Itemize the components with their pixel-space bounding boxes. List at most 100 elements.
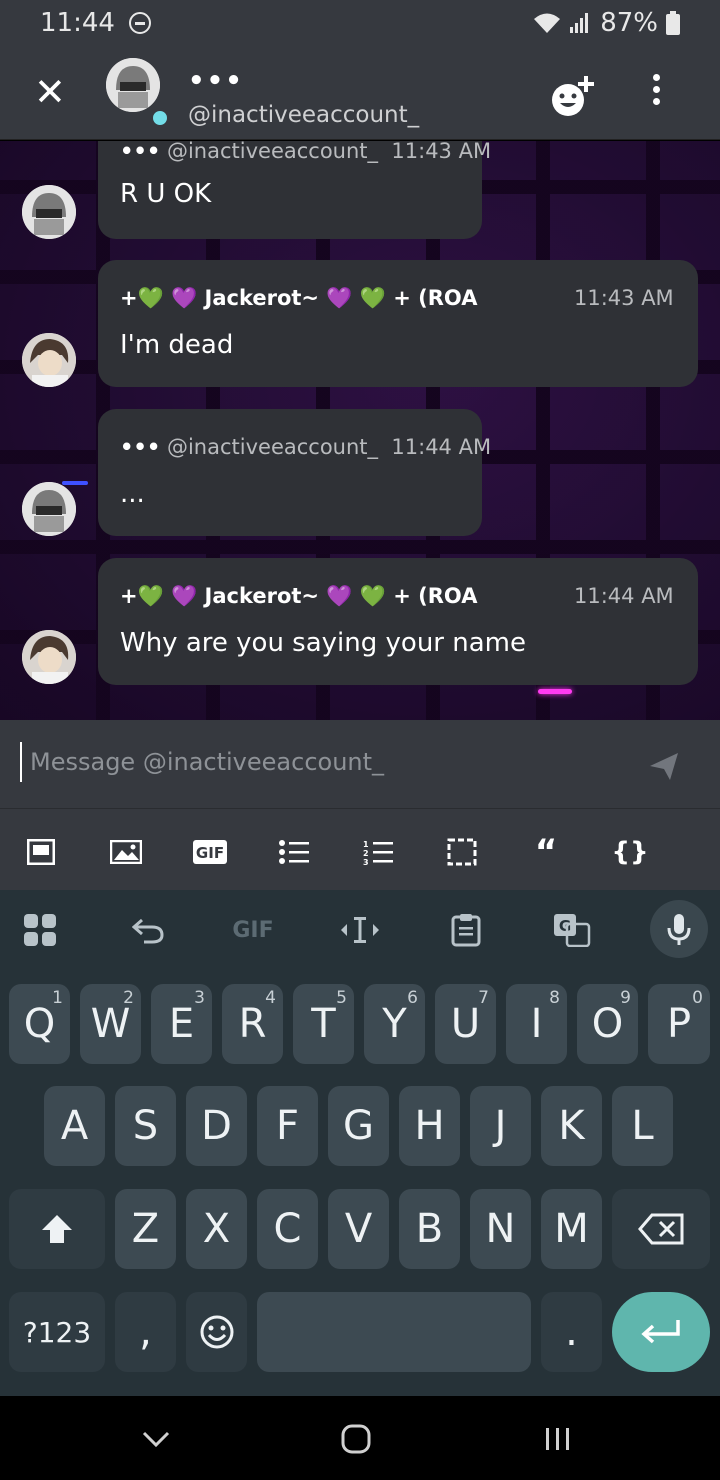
key-y[interactable]: Y6	[364, 984, 425, 1064]
status-time: 11:44	[40, 8, 115, 38]
backspace-key[interactable]	[612, 1189, 710, 1269]
apps-grid-icon[interactable]	[22, 910, 58, 950]
message-text: I'm dead	[120, 330, 234, 360]
message-meta: ••• @inactiveeaccount_ 11:43 AM	[120, 141, 491, 163]
period-key[interactable]: .	[541, 1292, 602, 1372]
symbols-key[interactable]: ?123	[9, 1292, 105, 1372]
gif-button[interactable]: GIF	[193, 837, 227, 867]
key-b[interactable]: B	[399, 1189, 460, 1269]
key-r[interactable]: R4	[222, 984, 283, 1064]
message-list[interactable]: ••• @inactiveeaccount_ 11:43 AM R U OK +…	[0, 141, 720, 720]
svg-text:G: G	[559, 917, 571, 935]
svg-text:3: 3	[363, 858, 369, 865]
composer: GIF 123 “ {}	[0, 720, 720, 890]
svg-text:2: 2	[363, 849, 369, 858]
key-e[interactable]: E3	[151, 984, 212, 1064]
key-label: P	[666, 1001, 692, 1047]
message-author: +💚 💜 Jackerot~ 💜 💚 + (ROA	[120, 286, 478, 310]
key-h[interactable]: H	[399, 1086, 460, 1166]
numbered-list-icon[interactable]: 123	[362, 837, 394, 867]
key-hint: 8	[549, 988, 560, 1008]
key-n[interactable]: N	[470, 1189, 531, 1269]
message-author: +💚 💜 Jackerot~ 💜 💚 + (ROA	[120, 584, 478, 608]
key-x[interactable]: X	[186, 1189, 247, 1269]
key-u[interactable]: U7	[435, 984, 496, 1064]
key-q[interactable]: Q1	[9, 984, 70, 1064]
header-username: •••	[188, 66, 244, 96]
key-l[interactable]: L	[612, 1086, 673, 1166]
shift-key[interactable]	[9, 1189, 105, 1269]
cursor-control-icon[interactable]	[338, 910, 382, 950]
key-m[interactable]: M	[541, 1189, 602, 1269]
anime-avatar-icon	[22, 333, 76, 387]
key-a[interactable]: A	[44, 1086, 105, 1166]
selection-icon[interactable]	[446, 837, 478, 867]
key-i[interactable]: I8	[506, 984, 567, 1064]
send-icon[interactable]	[648, 750, 680, 782]
message-handle: @inactiveeaccount_	[166, 435, 379, 459]
avatar[interactable]	[22, 630, 76, 684]
add-to-dm-icon[interactable]	[550, 72, 598, 118]
message-bubble[interactable]: +💚 💜 Jackerot~ 💜 💚 + (ROA 11:44 AM Why a…	[98, 558, 698, 685]
message-author: •••	[120, 435, 161, 459]
message-text: ...	[120, 479, 145, 509]
space-key[interactable]	[257, 1292, 531, 1372]
key-label: O	[591, 1001, 624, 1047]
key-v[interactable]: V	[328, 1189, 389, 1269]
bullet-list-icon[interactable]	[278, 837, 310, 867]
key-f[interactable]: F	[257, 1086, 318, 1166]
system-navigation-bar	[0, 1396, 720, 1480]
battery-icon	[666, 11, 680, 35]
key-w[interactable]: W2	[80, 984, 141, 1064]
message-bubble[interactable]: ••• @inactiveeaccount_ 11:43 AM R U OK	[98, 141, 491, 239]
message-input[interactable]	[20, 742, 620, 782]
avatar[interactable]	[22, 185, 76, 239]
enter-icon	[641, 1320, 680, 1344]
key-k[interactable]: K	[541, 1086, 602, 1166]
message-text: Why are you saying your name	[120, 628, 526, 658]
robot-avatar-icon	[106, 58, 160, 112]
key-p[interactable]: P0	[648, 984, 710, 1064]
microphone-icon[interactable]	[650, 900, 708, 958]
home-icon[interactable]	[341, 1424, 371, 1454]
image-icon[interactable]	[110, 837, 142, 867]
translate-icon[interactable]: G	[552, 910, 592, 950]
message-bubble[interactable]: ••• @inactiveeaccount_ 11:44 AM ...	[98, 409, 491, 536]
back-chevron-icon[interactable]	[142, 1430, 170, 1448]
message-text: R U OK	[120, 179, 212, 209]
key-s[interactable]: S	[115, 1086, 176, 1166]
quote-icon[interactable]: “	[530, 832, 562, 872]
key-t[interactable]: T5	[293, 984, 354, 1064]
keyboard-gif-button[interactable]: GIF	[228, 910, 278, 950]
background-glow	[62, 481, 88, 485]
code-block-icon[interactable]: {}	[611, 837, 648, 867]
key-d[interactable]: D	[186, 1086, 247, 1166]
key-o[interactable]: O9	[577, 984, 638, 1064]
key-label: U	[450, 1001, 481, 1047]
key-g[interactable]: G	[328, 1086, 389, 1166]
message-meta: ••• @inactiveeaccount_ 11:44 AM	[120, 435, 491, 459]
message-time: 11:44 AM	[574, 584, 674, 608]
key-hint: 7	[478, 988, 489, 1008]
key-label: I	[530, 1001, 543, 1047]
more-options-icon[interactable]	[646, 74, 666, 114]
spoiler-icon[interactable]	[26, 837, 56, 867]
emoji-key[interactable]	[186, 1292, 247, 1372]
avatar[interactable]	[22, 482, 76, 536]
key-z[interactable]: Z	[115, 1189, 176, 1269]
robot-avatar-icon	[22, 482, 76, 536]
svg-text:1: 1	[363, 840, 369, 849]
key-j[interactable]: J	[470, 1086, 531, 1166]
undo-icon[interactable]	[130, 910, 166, 950]
enter-key[interactable]	[612, 1292, 710, 1372]
recents-icon[interactable]	[544, 1426, 572, 1452]
shift-icon	[42, 1215, 72, 1243]
avatar[interactable]	[22, 333, 76, 387]
comma-key[interactable]: ,	[115, 1292, 176, 1372]
close-button[interactable]: ✕	[34, 70, 66, 114]
message-bubble[interactable]: +💚 💜 Jackerot~ 💜 💚 + (ROA 11:43 AM I'm d…	[98, 260, 698, 387]
clipboard-icon[interactable]	[448, 910, 484, 950]
key-label: Y	[382, 1001, 407, 1047]
avatar[interactable]	[106, 58, 160, 112]
key-c[interactable]: C	[257, 1189, 318, 1269]
